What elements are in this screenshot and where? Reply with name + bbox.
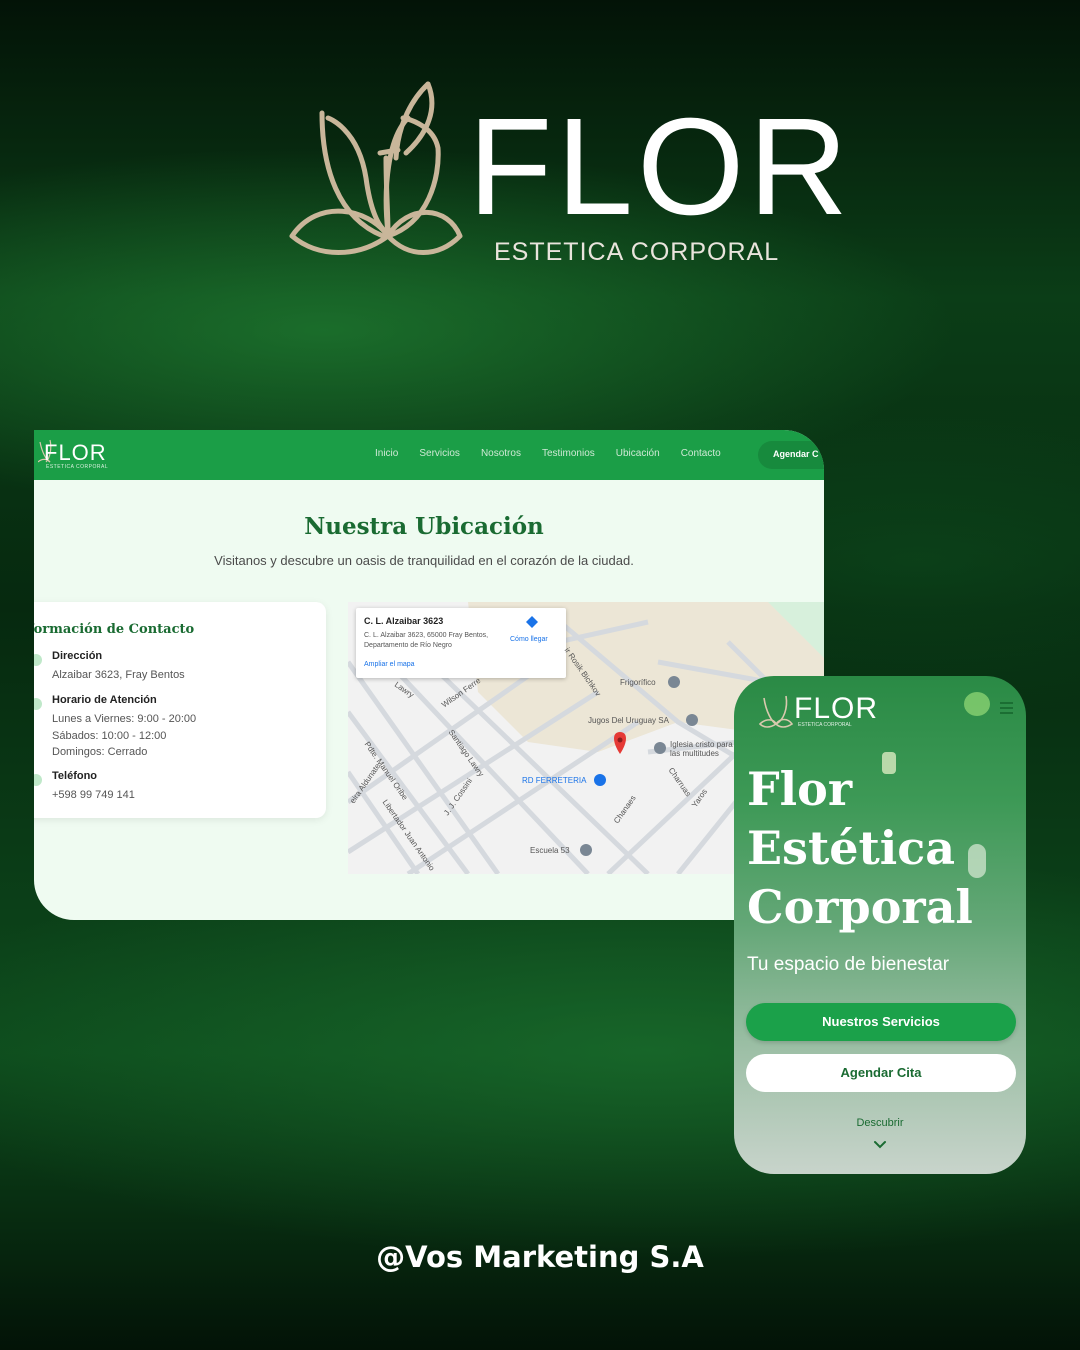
nav-link-inicio[interactable]: Inicio (375, 448, 398, 459)
map-info-popup: C. L. Alzaibar 3623 C. L. Alzaibar 3623,… (356, 608, 566, 678)
directions-link[interactable]: Cómo llegar (510, 636, 548, 643)
hamburger-menu-icon[interactable] (1000, 702, 1013, 717)
mobile-logo-sub: ESTETICA CORPORAL (798, 722, 852, 728)
section-title: Nuestra Ubicación (304, 513, 544, 540)
desktop-mockup: FLOR ESTETICA CORPORAL Inicio Servicios … (34, 430, 824, 920)
hours-line-saturday: Sábados: 10:00 - 12:00 (52, 729, 167, 742)
nav-link-testimonios[interactable]: Testimonios (542, 448, 595, 459)
desktop-navbar: FLOR ESTETICA CORPORAL Inicio Servicios … (34, 430, 824, 480)
place-ferreteria[interactable]: RD FERRETERIA (522, 776, 586, 785)
nav-link-nosotros[interactable]: Nosotros (481, 448, 521, 459)
nav-logo-brand[interactable]: FLOR (44, 440, 107, 466)
mobile-logo-icon (758, 695, 794, 728)
mobile-title-line: Estética (747, 821, 956, 875)
mobile-tagline: Tu espacio de bienestar (747, 954, 950, 975)
place-iglesia[interactable]: Iglesia cristo para las multitudes (670, 740, 740, 758)
chevron-down-icon[interactable] (873, 1140, 887, 1150)
phone-value[interactable]: +598 99 749 141 (52, 787, 135, 804)
mobile-mockup: FLOR ESTETICA CORPORAL Flor Estética Cor… (734, 676, 1026, 1174)
popup-title: C. L. Alzaibar 3623 (364, 616, 444, 626)
nav-link-contacto[interactable]: Contacto (681, 448, 721, 459)
clock-icon (34, 698, 42, 710)
mobile-logo-brand[interactable]: FLOR (794, 692, 878, 726)
mobile-hero-title: Flor Estética Corporal (747, 760, 973, 937)
decor-plant (964, 692, 990, 716)
footer-credit: @Vos Marketing S.A (376, 1240, 704, 1274)
phone-icon (34, 774, 42, 786)
nuestros-servicios-button[interactable]: Nuestros Servicios (746, 1003, 1016, 1041)
contact-card: formación de Contacto Dirección Alzaibar… (34, 602, 326, 818)
nav-link-ubicacion[interactable]: Ubicación (616, 448, 660, 459)
agendar-cita-button[interactable]: Agendar Cita (746, 1054, 1016, 1092)
hours-line-weekdays: Lunes a Viernes: 9:00 - 20:00 (52, 713, 197, 725)
nav-agendar-button[interactable]: Agendar C (758, 441, 824, 469)
hours-label: Horario de Atención (52, 694, 157, 706)
address-label: Dirección (52, 650, 103, 662)
mobile-title-line: Flor (747, 762, 853, 816)
location-icon (34, 654, 42, 666)
hero-tagline: ESTETICA CORPORAL (494, 238, 780, 266)
place-jugos[interactable]: Jugos Del Uruguay SA (588, 716, 669, 725)
hours-line-sunday: Domingos: Cerrado (52, 746, 148, 758)
nav-logo-sub: ESTETICA CORPORAL (46, 464, 109, 470)
address-value: Alzaibar 3623, Fray Bentos (52, 669, 185, 681)
mobile-title-line: Corporal (747, 880, 973, 934)
contact-heading: formación de Contacto (34, 622, 195, 637)
place-frigorifico[interactable]: Frigorífico (620, 678, 656, 687)
nav-link-servicios[interactable]: Servicios (419, 448, 460, 459)
contact-phone: Teléfono +598 99 749 141 (52, 770, 135, 804)
contact-address: Dirección Alzaibar 3623, Fray Bentos (52, 650, 185, 684)
place-escuela[interactable]: Escuela 53 (530, 846, 570, 855)
phone-label: Teléfono (52, 770, 98, 782)
popup-address: C. L. Alzaibar 3623, 65000 Fray Bentos, … (364, 632, 489, 649)
directions-icon[interactable] (526, 616, 538, 628)
contact-hours: Horario de Atención Lunes a Viernes: 9:0… (52, 694, 196, 761)
section-subtitle: Visitanos y descubre un oasis de tranqui… (214, 553, 634, 568)
hero-brand-name: FLOR (468, 90, 853, 244)
descubrir-link[interactable]: Descubrir (734, 1117, 1026, 1129)
enlarge-map-link[interactable]: Ampliar el mapa (364, 661, 415, 668)
nav-links: Inicio Servicios Nosotros Testimonios Ub… (375, 448, 721, 459)
